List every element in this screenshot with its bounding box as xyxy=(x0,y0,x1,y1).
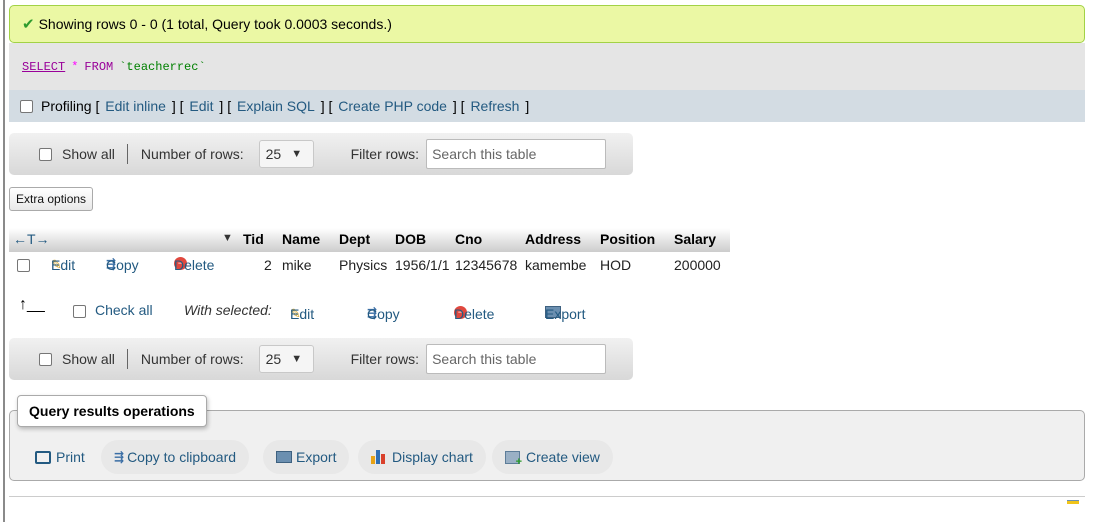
success-message: ✔ Showing rows 0 - 0 (1 total, Query too… xyxy=(9,5,1085,43)
search-table-input[interactable]: Search this table xyxy=(426,344,607,374)
divider xyxy=(9,496,1085,497)
arrow-up-icon: ↑__ xyxy=(19,296,45,313)
column-header-dept[interactable]: Dept xyxy=(339,231,370,247)
create-php-code-link[interactable]: Create PHP code xyxy=(338,98,447,114)
cell-address: kamembe xyxy=(525,257,587,273)
column-header-dob[interactable]: DOB xyxy=(395,231,426,247)
column-header-cno[interactable]: Cno xyxy=(455,231,482,247)
rows-label: Number of rows: xyxy=(140,146,244,162)
export-icon xyxy=(276,451,292,463)
sql-table-name: `teacherrec` xyxy=(119,59,206,74)
print-icon xyxy=(35,450,51,464)
cell-salary: 200000 xyxy=(674,257,721,273)
show-all-checkbox[interactable] xyxy=(39,147,52,161)
edit-link[interactable]: Edit xyxy=(189,98,213,114)
check-icon: ✔ xyxy=(22,16,35,33)
separator xyxy=(126,349,128,369)
check-all-label[interactable]: Check all xyxy=(95,302,153,318)
filter-rows-label: Filter rows: xyxy=(350,351,420,367)
left-border xyxy=(3,0,5,522)
check-all-checkbox[interactable] xyxy=(73,305,86,318)
cell-name: mike xyxy=(282,257,312,273)
navigation-bar-top: Show all Number of rows: 25 ▼ Filter rows… xyxy=(9,133,633,175)
refresh-link[interactable]: Refresh xyxy=(470,98,519,114)
query-results-operations-title: Query results operations xyxy=(17,395,207,427)
cell-position: HOD xyxy=(600,257,632,273)
cell-dob: 1956/1/1 xyxy=(395,257,450,273)
column-arrows-icon[interactable]: ←T→ xyxy=(13,231,50,247)
display-chart-button[interactable]: Display chart xyxy=(358,440,486,474)
copy-icon: ⇶ xyxy=(114,450,125,464)
separator xyxy=(126,144,128,164)
show-all-checkbox[interactable] xyxy=(39,352,52,366)
profiling-checkbox[interactable] xyxy=(20,99,33,113)
edit-inline-link[interactable]: Edit inline xyxy=(105,98,166,114)
filter-rows-label: Filter rows: xyxy=(350,146,420,162)
print-button[interactable]: Print xyxy=(22,440,98,474)
extra-options-button[interactable]: Extra options xyxy=(9,187,94,211)
column-header-address[interactable]: Address xyxy=(525,231,581,247)
create-view-icon xyxy=(505,450,522,468)
copy-to-clipboard-button[interactable]: ⇶ Copy to clipboard xyxy=(101,440,250,474)
cell-tid: 2 xyxy=(264,257,272,273)
sql-select-keyword[interactable]: SELECT xyxy=(22,60,65,74)
sql-query-box[interactable]: SELECT * FROM `teacherrec` xyxy=(9,43,1085,90)
sort-icon[interactable]: ▼ xyxy=(222,232,233,244)
search-table-input[interactable]: Search this table xyxy=(426,139,607,169)
create-view-button[interactable]: Create view xyxy=(492,440,613,474)
show-all-label: Show all xyxy=(62,146,115,162)
sql-from-keyword: FROM xyxy=(84,59,114,74)
row-checkbox[interactable] xyxy=(17,259,30,272)
cell-dept: Physics xyxy=(339,257,388,273)
show-all-label: Show all xyxy=(62,351,115,367)
query-tools-bar: Profiling [ Edit inline ] [ Edit ] [ Exp… xyxy=(9,90,1085,122)
column-header-salary[interactable]: Salary xyxy=(674,231,716,247)
profiling-label: Profiling xyxy=(41,98,92,114)
console-toggle-icon[interactable] xyxy=(1067,500,1079,504)
navigation-bar-bottom: Show all Number of rows: 25 ▼ Filter rows… xyxy=(9,338,633,380)
rows-select[interactable]: 25 ▼ xyxy=(258,345,314,373)
with-selected-label: With selected: xyxy=(184,302,272,318)
export-button[interactable]: Export xyxy=(263,440,350,474)
table-header: ←T→ ▼ Tid Name Dept DOB Cno Address Posi… xyxy=(9,228,730,252)
table-row: ✎ Edit ⇶ Copy − Delete 2 mike Physics 1956/… xyxy=(9,252,730,280)
chart-icon xyxy=(371,450,387,464)
column-header-position[interactable]: Position xyxy=(600,231,655,247)
explain-sql-link[interactable]: Explain SQL xyxy=(237,98,315,114)
column-header-name[interactable]: Name xyxy=(282,231,320,247)
result-message-text: Showing rows 0 - 0 (1 total, Query took … xyxy=(38,16,392,32)
bulk-actions-bar: ↑__ Check all With selected: ✎ Edit ⇶ Copy… xyxy=(19,296,586,322)
rows-label: Number of rows: xyxy=(140,351,244,367)
sql-star: * xyxy=(71,59,79,74)
column-header-tid[interactable]: Tid xyxy=(243,231,264,247)
rows-select[interactable]: 25 ▼ xyxy=(258,140,314,168)
cell-cno: 12345678 xyxy=(455,257,518,273)
chevron-down-icon: ▼ xyxy=(291,353,303,365)
chevron-down-icon: ▼ xyxy=(291,148,303,160)
